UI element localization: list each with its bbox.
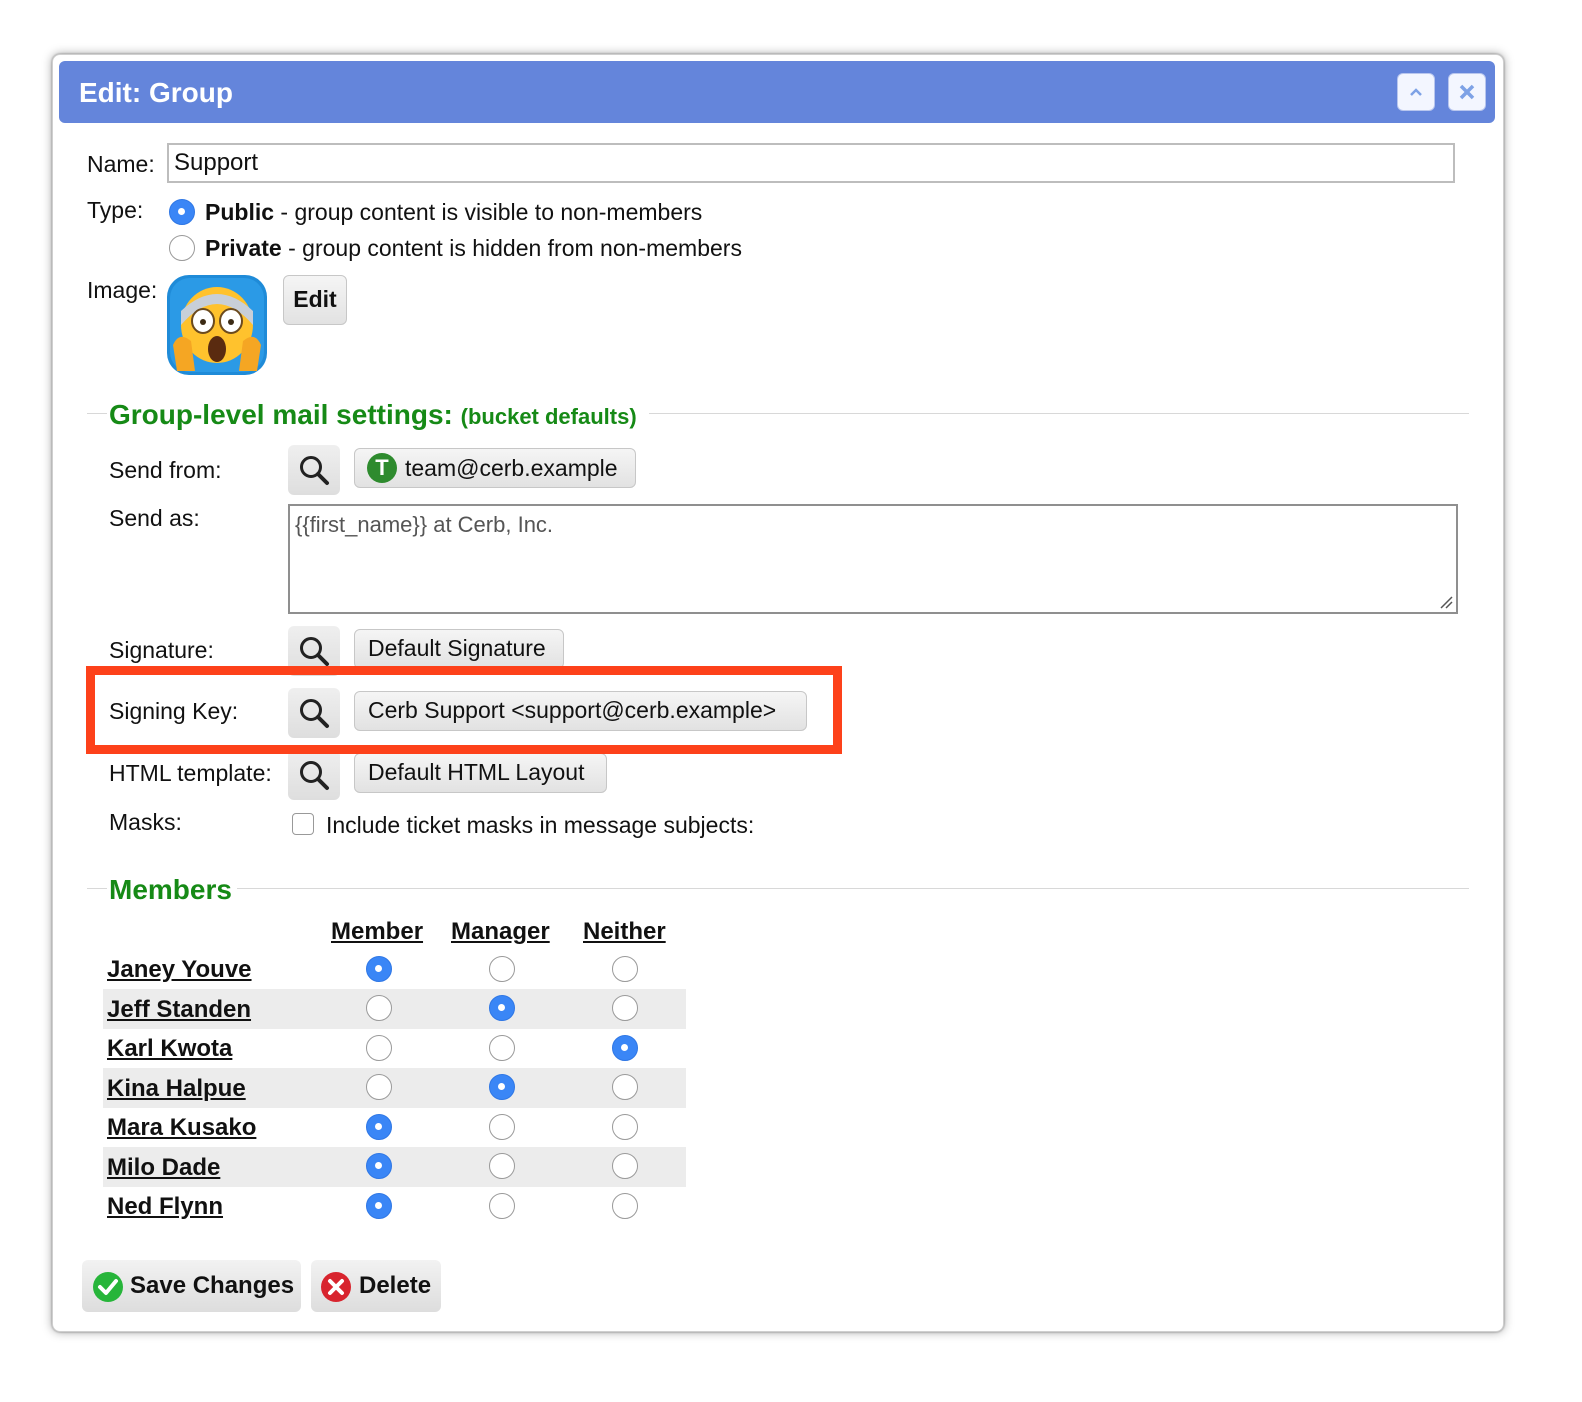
- milo-neither-radio[interactable]: [612, 1153, 638, 1179]
- delete-x-icon: [321, 1272, 351, 1302]
- send-from-value: team@cerb.example: [405, 455, 618, 481]
- mara-manager-radio[interactable]: [489, 1114, 515, 1140]
- html-template-search-button[interactable]: [288, 750, 340, 800]
- type-private-radio[interactable]: [169, 235, 195, 261]
- send-as-value: {{first_name}} at Cerb, Inc.: [295, 512, 554, 537]
- jeff-member-radio[interactable]: [366, 995, 392, 1021]
- jeff-manager-radio[interactable]: [489, 995, 515, 1021]
- name-label: Name:: [87, 151, 155, 177]
- send-from-avatar: T: [367, 453, 397, 483]
- html-template-chip[interactable]: Default HTML Layout: [354, 753, 607, 793]
- janey-neither-radio[interactable]: [612, 956, 638, 982]
- dialog-title: Edit: Group: [79, 77, 233, 108]
- col-member: Member: [331, 918, 424, 945]
- signature-label: Signature:: [109, 637, 214, 663]
- mail-settings-note: (bucket defaults): [460, 404, 637, 429]
- send-from-label: Send from:: [109, 457, 222, 483]
- member-name-ned[interactable]: Ned Flynn: [107, 1193, 223, 1221]
- kina-manager-radio[interactable]: [489, 1074, 515, 1100]
- save-changes-label: Save Changes: [130, 1272, 295, 1299]
- mara-member-radio[interactable]: [366, 1114, 392, 1140]
- type-private-desc: - group content is hidden from non-membe…: [281, 235, 742, 261]
- members-rule-right: [237, 888, 1469, 889]
- dialog-titlebar[interactable]: Edit: Group: [59, 61, 1495, 123]
- type-public-option: Public - group content is visible to non…: [205, 199, 702, 226]
- jeff-neither-radio[interactable]: [612, 995, 638, 1021]
- member-name-milo[interactable]: Milo Dade: [107, 1154, 220, 1182]
- mail-settings-heading: Group-level mail settings: (bucket defau…: [109, 399, 637, 431]
- member-name-jeff[interactable]: Jeff Standen: [107, 996, 251, 1024]
- image-label: Image:: [87, 277, 158, 303]
- send-from-search-button[interactable]: [288, 445, 340, 495]
- check-circle-icon: [93, 1272, 123, 1302]
- ned-neither-radio[interactable]: [612, 1193, 638, 1219]
- search-icon: [300, 761, 329, 790]
- close-button[interactable]: [1448, 73, 1486, 111]
- member-name-janey[interactable]: Janey Youve: [107, 956, 252, 984]
- name-input[interactable]: [167, 143, 1455, 183]
- milo-member-radio[interactable]: [366, 1153, 392, 1179]
- masks-label: Masks:: [109, 809, 182, 835]
- janey-manager-radio[interactable]: [489, 956, 515, 982]
- kina-member-radio[interactable]: [366, 1074, 392, 1100]
- karl-neither-radio[interactable]: [612, 1035, 638, 1061]
- type-private-name: Private: [205, 235, 282, 261]
- screaming-face-icon: [167, 275, 267, 375]
- masks-checkbox[interactable]: [292, 813, 314, 835]
- type-public-desc: - group content is visible to non-member…: [274, 199, 703, 225]
- collapse-button[interactable]: [1397, 73, 1435, 111]
- section-rule-left: [87, 413, 107, 414]
- janey-member-radio[interactable]: [366, 956, 392, 982]
- image-edit-button[interactable]: Edit: [283, 275, 347, 325]
- member-name-kina[interactable]: Kina Halpue: [107, 1075, 246, 1103]
- search-icon: [300, 456, 329, 485]
- type-public-radio[interactable]: [169, 199, 195, 225]
- signing-key-highlight: [86, 666, 842, 754]
- delete-label: Delete: [359, 1272, 432, 1299]
- col-neither: Neither: [583, 918, 666, 945]
- send-as-textarea[interactable]: {{first_name}} at Cerb, Inc.: [288, 504, 1458, 614]
- type-public-name: Public: [205, 199, 275, 225]
- members-heading: Members: [109, 874, 232, 905]
- chevron-up-icon: [1410, 88, 1422, 96]
- send-as-label: Send as:: [109, 505, 200, 531]
- masks-checkbox-label: Include ticket masks in message subjects…: [326, 812, 755, 838]
- save-changes-button[interactable]: Save Changes: [82, 1260, 301, 1312]
- karl-member-radio[interactable]: [366, 1035, 392, 1061]
- member-name-karl[interactable]: Karl Kwota: [107, 1035, 232, 1063]
- members-rule-left: [87, 888, 107, 889]
- close-icon: [1459, 84, 1475, 100]
- search-icon: [300, 637, 329, 666]
- signature-chip[interactable]: Default Signature: [354, 629, 564, 669]
- section-rule-right: [649, 413, 1469, 414]
- col-manager: Manager: [451, 918, 550, 945]
- type-label: Type:: [87, 197, 144, 223]
- html-template-label: HTML template:: [109, 760, 272, 786]
- kina-neither-radio[interactable]: [612, 1074, 638, 1100]
- ned-manager-radio[interactable]: [489, 1193, 515, 1219]
- mail-settings-title: Group-level mail settings:: [109, 399, 453, 430]
- milo-manager-radio[interactable]: [489, 1153, 515, 1179]
- type-private-option: Private - group content is hidden from n…: [205, 235, 742, 262]
- delete-button[interactable]: Delete: [311, 1260, 441, 1312]
- karl-manager-radio[interactable]: [489, 1035, 515, 1061]
- group-avatar: [167, 275, 267, 375]
- mara-neither-radio[interactable]: [612, 1114, 638, 1140]
- resize-grip-icon[interactable]: [1439, 595, 1453, 609]
- send-from-chip[interactable]: T team@cerb.example: [354, 448, 636, 488]
- ned-member-radio[interactable]: [366, 1193, 392, 1219]
- member-name-mara[interactable]: Mara Kusako: [107, 1114, 256, 1142]
